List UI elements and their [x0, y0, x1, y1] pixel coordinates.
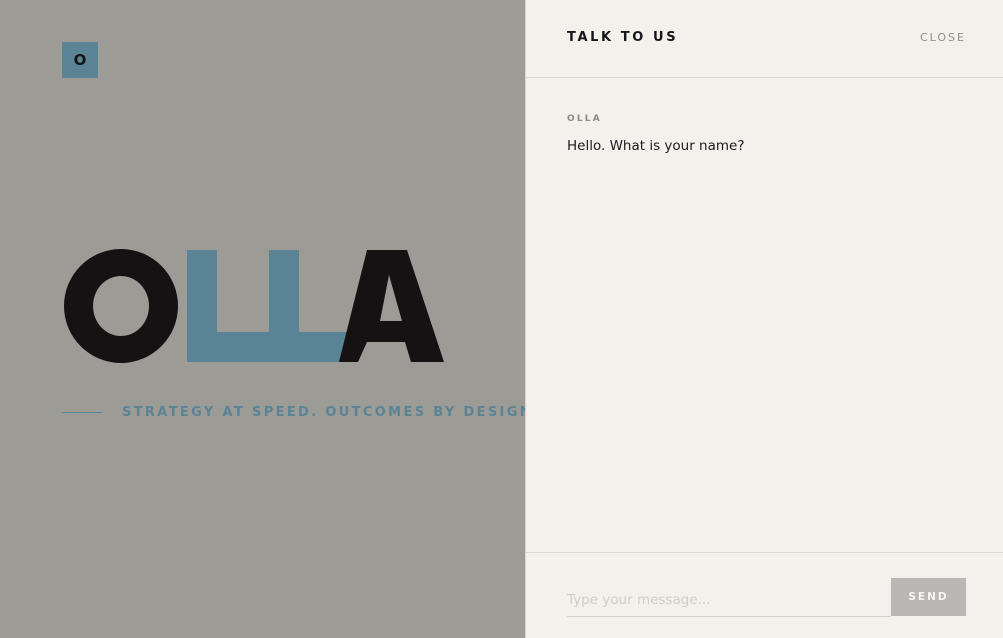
message-sender: OLLA — [567, 114, 602, 124]
wordmark-letter-o — [64, 249, 178, 363]
send-button[interactable]: SEND — [891, 578, 966, 616]
message-input[interactable] — [567, 577, 891, 617]
wordmark-letter-a — [339, 250, 444, 362]
chat-panel: TALK TO US CLOSE OLLA Hello. What is you… — [525, 0, 1003, 638]
chat-header: TALK TO US CLOSE — [526, 0, 1003, 78]
olla-wordmark-logo — [64, 249, 444, 363]
backdrop: O STRATEGY AT SPEED. OUTCOMES BY DESIGN. — [0, 0, 538, 638]
chat-message: OLLA Hello. What is your name? — [567, 114, 745, 154]
logo-badge[interactable]: O — [62, 42, 98, 78]
tagline: STRATEGY AT SPEED. OUTCOMES BY DESIGN. — [122, 405, 541, 420]
message-composer: SEND — [526, 552, 1003, 638]
chat-title: TALK TO US — [567, 30, 679, 45]
tagline-divider — [62, 412, 102, 413]
wordmark-letter-ll — [187, 250, 348, 362]
tagline-row: STRATEGY AT SPEED. OUTCOMES BY DESIGN. — [62, 405, 540, 420]
logo-letter: O — [73, 50, 87, 69]
message-text: Hello. What is your name? — [567, 138, 745, 154]
close-button[interactable]: CLOSE — [920, 31, 966, 44]
